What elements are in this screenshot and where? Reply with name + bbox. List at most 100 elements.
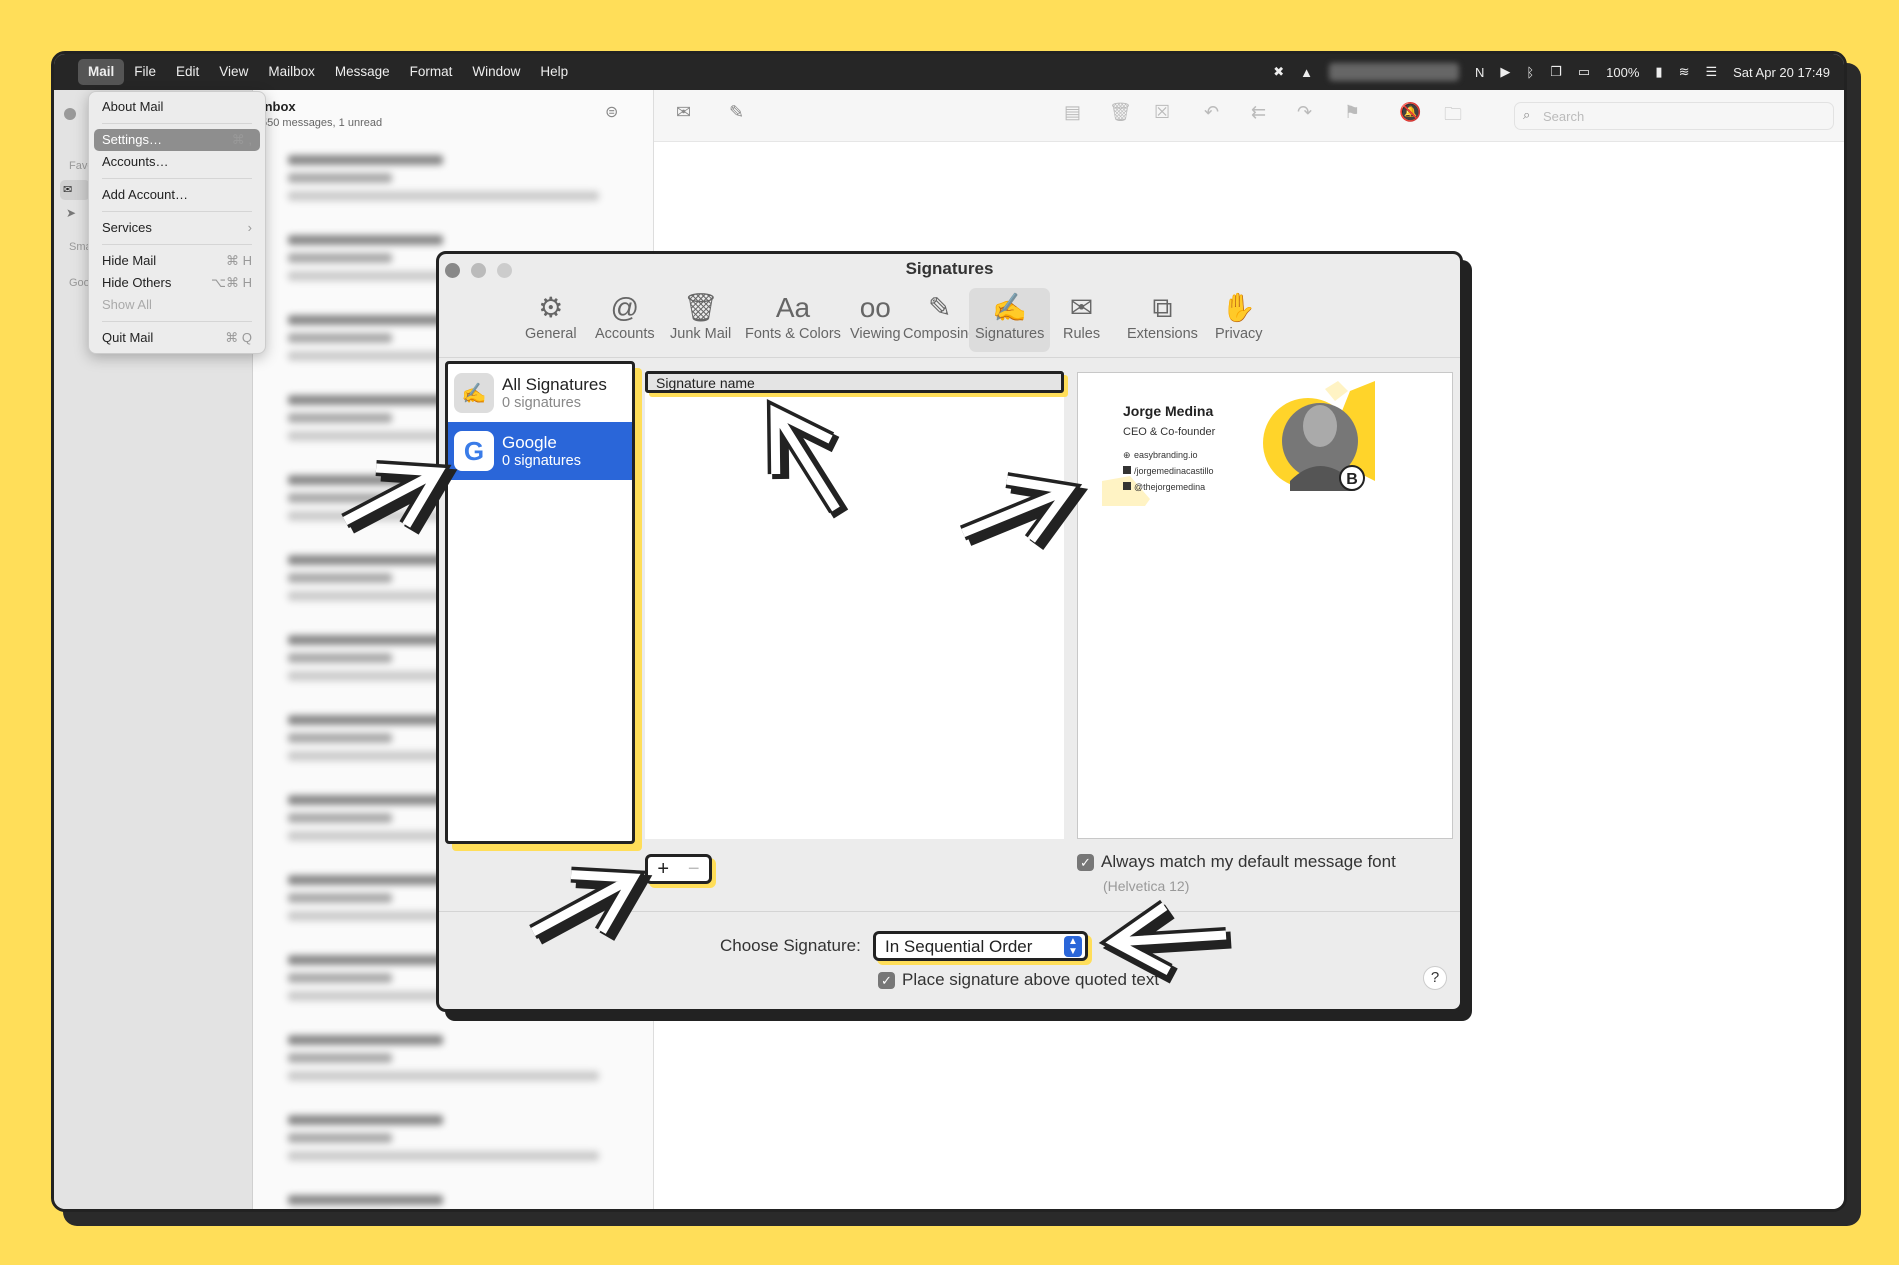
tab-rules[interactable]: ✉ Rules — [1057, 288, 1106, 352]
trash-icon[interactable]: 🗑 — [1109, 102, 1132, 123]
preview-website: easybranding.io — [1134, 450, 1198, 460]
signature-name-list[interactable] — [645, 371, 1064, 839]
bluetooth-icon[interactable]: ᛒ — [1526, 65, 1534, 80]
preview-x-handle: @thejorgemedina — [1134, 482, 1205, 492]
close-dot[interactable] — [64, 108, 76, 120]
menu-item[interactable]: Hide Mail ⌘ H — [94, 250, 260, 272]
mail-app-menu: About Mail Settings… ⌘ , Accounts… Add Accou… — [88, 91, 266, 354]
menu-item[interactable]: Settings… ⌘ , — [94, 129, 260, 151]
checkbox-checked-icon: ✓ — [1077, 854, 1094, 872]
menu-view[interactable]: View — [209, 59, 258, 85]
menu-file[interactable]: File — [124, 59, 166, 85]
tab-extensions[interactable]: ⧉ Extensions — [1121, 288, 1204, 352]
play-icon[interactable]: ▶ — [1500, 64, 1510, 80]
flag-icon[interactable]: ⚑ — [1344, 102, 1360, 123]
menu-mailbox[interactable]: Mailbox — [258, 59, 325, 85]
tab-privacy[interactable]: ✋ Privacy — [1209, 288, 1269, 352]
menu-separator — [102, 123, 252, 124]
reply-all-icon[interactable]: ⇇ — [1251, 102, 1266, 123]
junk-icon[interactable]: ☒ — [1154, 102, 1170, 123]
junk-icon: 🗑 — [682, 292, 719, 323]
blurred-status — [1329, 63, 1460, 81]
search-icon: ⌕ — [1523, 107, 1531, 122]
menu-message[interactable]: Message — [325, 59, 400, 85]
notion-icon[interactable]: N — [1475, 65, 1484, 80]
default-font-note: (Helvetica 12) — [1103, 878, 1190, 894]
mute-icon[interactable]: 🔕 — [1399, 102, 1421, 123]
mailbox-title: Inbox — [261, 99, 296, 114]
add-signature-button[interactable]: + — [648, 858, 679, 881]
move-icon[interactable]: 🗀 — [1444, 102, 1462, 132]
filter-icon[interactable]: ⊜ — [605, 102, 618, 122]
list-item[interactable] — [288, 1195, 633, 1209]
archive-icon[interactable]: ▤ — [1064, 102, 1081, 123]
signature-card: B Jorge Medina CEO & Co-founder ⊕ easybr… — [1102, 381, 1375, 506]
tab-accounts[interactable]: @ Accounts — [589, 288, 661, 352]
wifi-icon[interactable]: ≋ — [1679, 64, 1690, 80]
menu-mail[interactable]: Mail — [78, 59, 125, 85]
menu-item[interactable]: Add Account… — [94, 184, 260, 206]
sent-icon[interactable]: ➤ — [66, 206, 76, 220]
menu-item-shortcut: ⌘ , — [231, 132, 252, 147]
apple-icon[interactable] — [54, 59, 78, 85]
get-mail-icon[interactable]: ✉ — [676, 102, 691, 123]
fonts-icon: Aa — [775, 292, 811, 323]
battery-icon[interactable]: ▮ — [1655, 64, 1662, 80]
signatures-dialog: Signatures ⚙ General @ Accounts 🗑 Junk Mail Aa… — [436, 251, 1463, 1012]
compose-icon: ✎ — [927, 292, 952, 323]
window-icon[interactable]: ❐ — [1550, 64, 1562, 80]
menu-item[interactable]: About Mail — [94, 96, 260, 118]
menu-edit[interactable]: Edit — [166, 59, 209, 85]
sidebar-item-inbox[interactable]: ✉ — [60, 180, 90, 200]
forward-icon[interactable]: ↷ — [1297, 102, 1312, 123]
account-list: ✍ All Signatures 0 signatures G Google 0 s… — [445, 361, 635, 844]
signature-icon: ✍ — [454, 373, 494, 413]
list-item[interactable] — [288, 1115, 633, 1185]
tab-label: Accounts — [595, 326, 655, 342]
menu-separator — [102, 321, 252, 322]
menu-bar: Mail File Edit View Mailbox Message Format Wind… — [54, 54, 1844, 90]
x-icon — [1123, 482, 1131, 490]
help-button[interactable]: ? — [1423, 966, 1447, 990]
signature-preview[interactable]: B Jorge Medina CEO & Co-founder ⊕ easybr… — [1077, 372, 1453, 839]
menu-item-label: Hide Others — [102, 275, 172, 290]
match-font-checkbox[interactable]: ✓ Always match my default message font — [1077, 852, 1396, 872]
clock[interactable]: Sat Apr 20 17:49 — [1733, 65, 1830, 80]
divider — [439, 911, 1460, 912]
sidebar-section: Goo — [69, 277, 90, 289]
menu-item[interactable]: Services › — [94, 217, 260, 239]
menu-separator — [102, 211, 252, 212]
display-icon[interactable]: ▭ — [1578, 64, 1590, 80]
menu-item[interactable]: Hide Others ⌥⌘ H — [94, 272, 260, 294]
glasses-icon: oo — [859, 292, 891, 323]
compose-icon[interactable]: ✎ — [729, 102, 744, 123]
list-item[interactable] — [288, 155, 633, 225]
menu-item[interactable]: Show All — [94, 294, 260, 316]
menu-item[interactable]: Accounts… — [94, 151, 260, 173]
reply-icon[interactable]: ↶ — [1204, 102, 1219, 123]
signature-name-header[interactable]: Signature name — [645, 371, 1064, 393]
search-input[interactable]: ⌕ Search — [1514, 102, 1834, 130]
app-icon[interactable]: ✖ — [1273, 64, 1284, 80]
menu-item-label: About Mail — [102, 99, 164, 114]
above-quoted-checkbox[interactable]: ✓ Place signature above quoted text — [878, 970, 1159, 990]
tab-general[interactable]: ⚙ General — [519, 288, 583, 352]
choose-signature-select[interactable]: In Sequential Order ▲ ▼ — [873, 931, 1088, 961]
menu-item[interactable]: Quit Mail ⌘ Q — [94, 327, 260, 349]
list-item[interactable] — [288, 1035, 633, 1105]
tab-fonts-colors[interactable]: Aa Fonts & Colors — [739, 288, 847, 352]
drive-icon[interactable]: ▲ — [1300, 65, 1313, 80]
battery-percent: 100% — [1606, 64, 1640, 80]
menu-item-shortcut: ⌘ H — [226, 253, 252, 268]
tab-label: Privacy — [1215, 326, 1263, 342]
menu-help[interactable]: Help — [530, 59, 578, 85]
account-all-signatures[interactable]: ✍ All Signatures 0 signatures — [448, 364, 632, 422]
menu-format[interactable]: Format — [400, 59, 463, 85]
remove-signature-button[interactable]: − — [679, 858, 710, 881]
menu-item-shortcut: ⌘ Q — [225, 330, 252, 345]
tab-junk-mail[interactable]: 🗑 Junk Mail — [664, 288, 737, 352]
tab-signatures[interactable]: ✍ Signatures — [969, 288, 1051, 352]
control-center-icon[interactable]: ☰ — [1705, 64, 1717, 80]
account-google[interactable]: G Google 0 signatures — [448, 422, 632, 480]
menu-window[interactable]: Window — [462, 59, 530, 85]
